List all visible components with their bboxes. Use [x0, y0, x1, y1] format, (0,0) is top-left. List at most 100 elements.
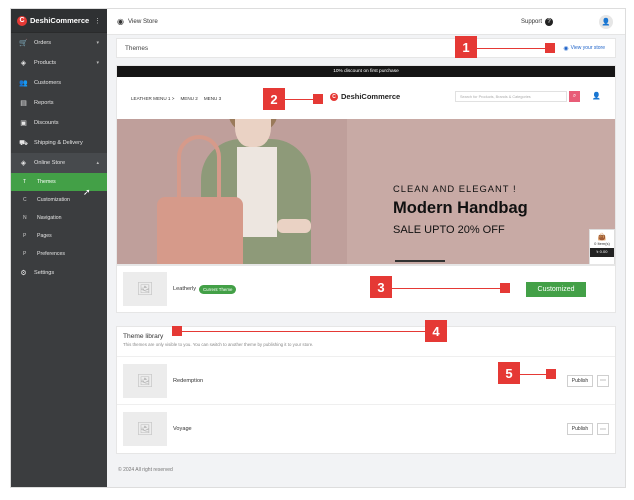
- subitem-label: Customization: [37, 197, 70, 203]
- view-store-link[interactable]: ◉ View Store: [117, 17, 158, 26]
- sidebar-subitem-preferences[interactable]: P Preferences: [11, 245, 107, 263]
- page-title: Themes: [125, 44, 149, 52]
- list-item: 🖼 Voyage Publish ⋯: [117, 405, 615, 453]
- store-logo[interactable]: C DeshiCommerce: [330, 92, 400, 101]
- user-icon: 👤: [601, 18, 611, 26]
- sidebar-item-label: Shipping & Delivery: [34, 140, 83, 146]
- callout-line: [520, 374, 546, 375]
- sidebar-subitem-themes[interactable]: T Themes: [11, 173, 107, 191]
- callout-1: 1: [455, 36, 477, 58]
- sidebar-item-discounts[interactable]: ▣ Discounts: [11, 113, 107, 133]
- subitem-label: Themes: [37, 179, 56, 185]
- store-menu: LEATHER MENU 1 > MENU 2 MENU 3: [131, 96, 221, 101]
- sidebar-subitem-navigation[interactable]: N Navigation: [11, 209, 107, 227]
- callout-3: 3: [370, 276, 392, 298]
- subitem-letter: P: [23, 233, 27, 239]
- theme-library-title: Theme library: [123, 333, 164, 340]
- tag-icon: ▣: [20, 120, 27, 127]
- hero-title: Modern Handbag: [393, 199, 528, 217]
- current-theme-card: 🖼 Leatherly Current Theme Customized: [116, 265, 616, 313]
- shopping-bag-icon: 👜: [597, 234, 607, 241]
- store-search-input[interactable]: Search for Products, Brands & Categories: [455, 91, 567, 102]
- sidebar-item-products[interactable]: ◈ Products ▾: [11, 53, 107, 73]
- brand[interactable]: C DeshiCommerce ⋮: [11, 9, 107, 33]
- callout-line: [392, 288, 500, 289]
- view-your-store-link[interactable]: ◉ View your store: [563, 45, 605, 52]
- subitem-label: Preferences: [37, 251, 65, 257]
- sidebar-item-shipping[interactable]: ⛟ Shipping & Delivery: [11, 133, 107, 153]
- hero-banner: CLEAN AND ELEGANT ! Modern Handbag SALE …: [117, 119, 615, 264]
- subitem-label: Pages: [37, 233, 52, 239]
- brand-name: DeshiCommerce: [30, 16, 90, 25]
- eye-icon: ◉: [117, 17, 124, 26]
- more-options-icon[interactable]: ⋯: [597, 423, 609, 435]
- sidebar-item-label: Products: [34, 60, 57, 66]
- hero-sale: SALE UPTO 20% OFF: [393, 224, 505, 236]
- image-placeholder-icon: 🖼: [123, 412, 167, 446]
- callout-dot: [546, 369, 556, 379]
- theme-name: Voyage: [173, 426, 192, 432]
- theme-library-description: This themes are only visible to you. You…: [123, 342, 314, 347]
- store-user-icon[interactable]: 👤: [592, 92, 601, 100]
- callout-dot: [313, 94, 323, 104]
- search-icon[interactable]: ⌕: [569, 91, 580, 102]
- store-menu-item[interactable]: MENU 2: [180, 96, 197, 101]
- users-icon: 👥: [19, 80, 28, 87]
- callout-dot: [500, 283, 510, 293]
- chevron-down-icon: ▾: [96, 60, 99, 66]
- chart-icon: ▤: [20, 100, 27, 107]
- brand-logo: C: [17, 15, 27, 26]
- help-icon: ?: [545, 17, 553, 26]
- eye-icon: ◉: [563, 45, 569, 52]
- sidebar-item-orders[interactable]: 🛒 Orders ▾: [11, 33, 107, 53]
- cart-count: 0 Item(s): [594, 241, 610, 246]
- image-placeholder-icon: 🖼: [123, 363, 167, 398]
- theme-library: Theme library This themes are only visib…: [116, 326, 616, 454]
- hero-subtitle: CLEAN AND ELEGANT !: [393, 183, 517, 194]
- store-logo-text: DeshiCommerce: [341, 92, 401, 101]
- topbar: ◉ View Store Support ? 👤: [107, 9, 625, 35]
- sidebar-item-label: Settings: [34, 270, 55, 276]
- callout-dot: [172, 326, 182, 336]
- subitem-letter: P: [23, 251, 27, 257]
- sidebar-subitem-customization[interactable]: C Customization: [11, 191, 107, 209]
- sidebar-item-label: Customers: [34, 80, 62, 86]
- store-menu-item[interactable]: LEATHER MENU 1 >: [131, 96, 174, 101]
- sidebar-item-label: Orders: [34, 40, 52, 46]
- floating-cart[interactable]: 👜 0 Item(s) ৳ 0.00: [589, 229, 615, 264]
- callout-4: 4: [425, 320, 447, 342]
- theme-name: Redemption: [173, 377, 204, 384]
- subitem-letter: T: [23, 179, 27, 185]
- cart-icon: 🛒: [19, 40, 28, 47]
- view-store-label: View Store: [127, 18, 158, 25]
- sidebar-item-online-store[interactable]: ◈ Online Store ▴: [11, 153, 107, 173]
- store-icon: ◈: [20, 160, 27, 167]
- chevron-down-icon: ▾: [96, 40, 99, 46]
- publish-button[interactable]: Publish: [567, 423, 593, 435]
- support-link[interactable]: Support ?: [521, 17, 553, 26]
- view-your-store-label: View your store: [570, 45, 605, 51]
- sidebar-item-reports[interactable]: ▤ Reports: [11, 93, 107, 113]
- sidebar-item-label: Discounts: [34, 120, 59, 126]
- sidebar: C DeshiCommerce ⋮ 🛒 Orders ▾ ◈ Products …: [11, 9, 107, 487]
- callout-5: 5: [498, 362, 520, 384]
- pointer-cursor-icon: ➚: [83, 187, 91, 197]
- subitem-letter: N: [23, 215, 27, 221]
- sidebar-item-settings[interactable]: ⚙ Settings: [11, 263, 107, 283]
- sidebar-item-label: Online Store: [34, 160, 66, 166]
- chevron-up-icon: ▴: [96, 160, 99, 166]
- sidebar-item-customers[interactable]: 👥 Customers: [11, 73, 107, 93]
- user-avatar-button[interactable]: 👤: [599, 14, 613, 29]
- more-options-icon[interactable]: ⋯: [597, 374, 609, 387]
- subitem-letter: C: [23, 197, 27, 203]
- footer: © 2024 All right reserved: [118, 467, 173, 473]
- customized-button[interactable]: Customized: [526, 282, 586, 297]
- publish-button[interactable]: Publish: [567, 374, 593, 387]
- sidebar-item-label: Reports: [34, 100, 54, 106]
- image-placeholder-icon: 🖼: [123, 272, 167, 306]
- current-theme-name: Leatherly Current Theme: [173, 284, 237, 294]
- kebab-menu-icon[interactable]: ⋮: [94, 17, 101, 25]
- store-menu-item[interactable]: MENU 3: [204, 96, 221, 101]
- sidebar-subitem-pages[interactable]: P Pages: [11, 227, 107, 245]
- callout-line: [182, 331, 425, 332]
